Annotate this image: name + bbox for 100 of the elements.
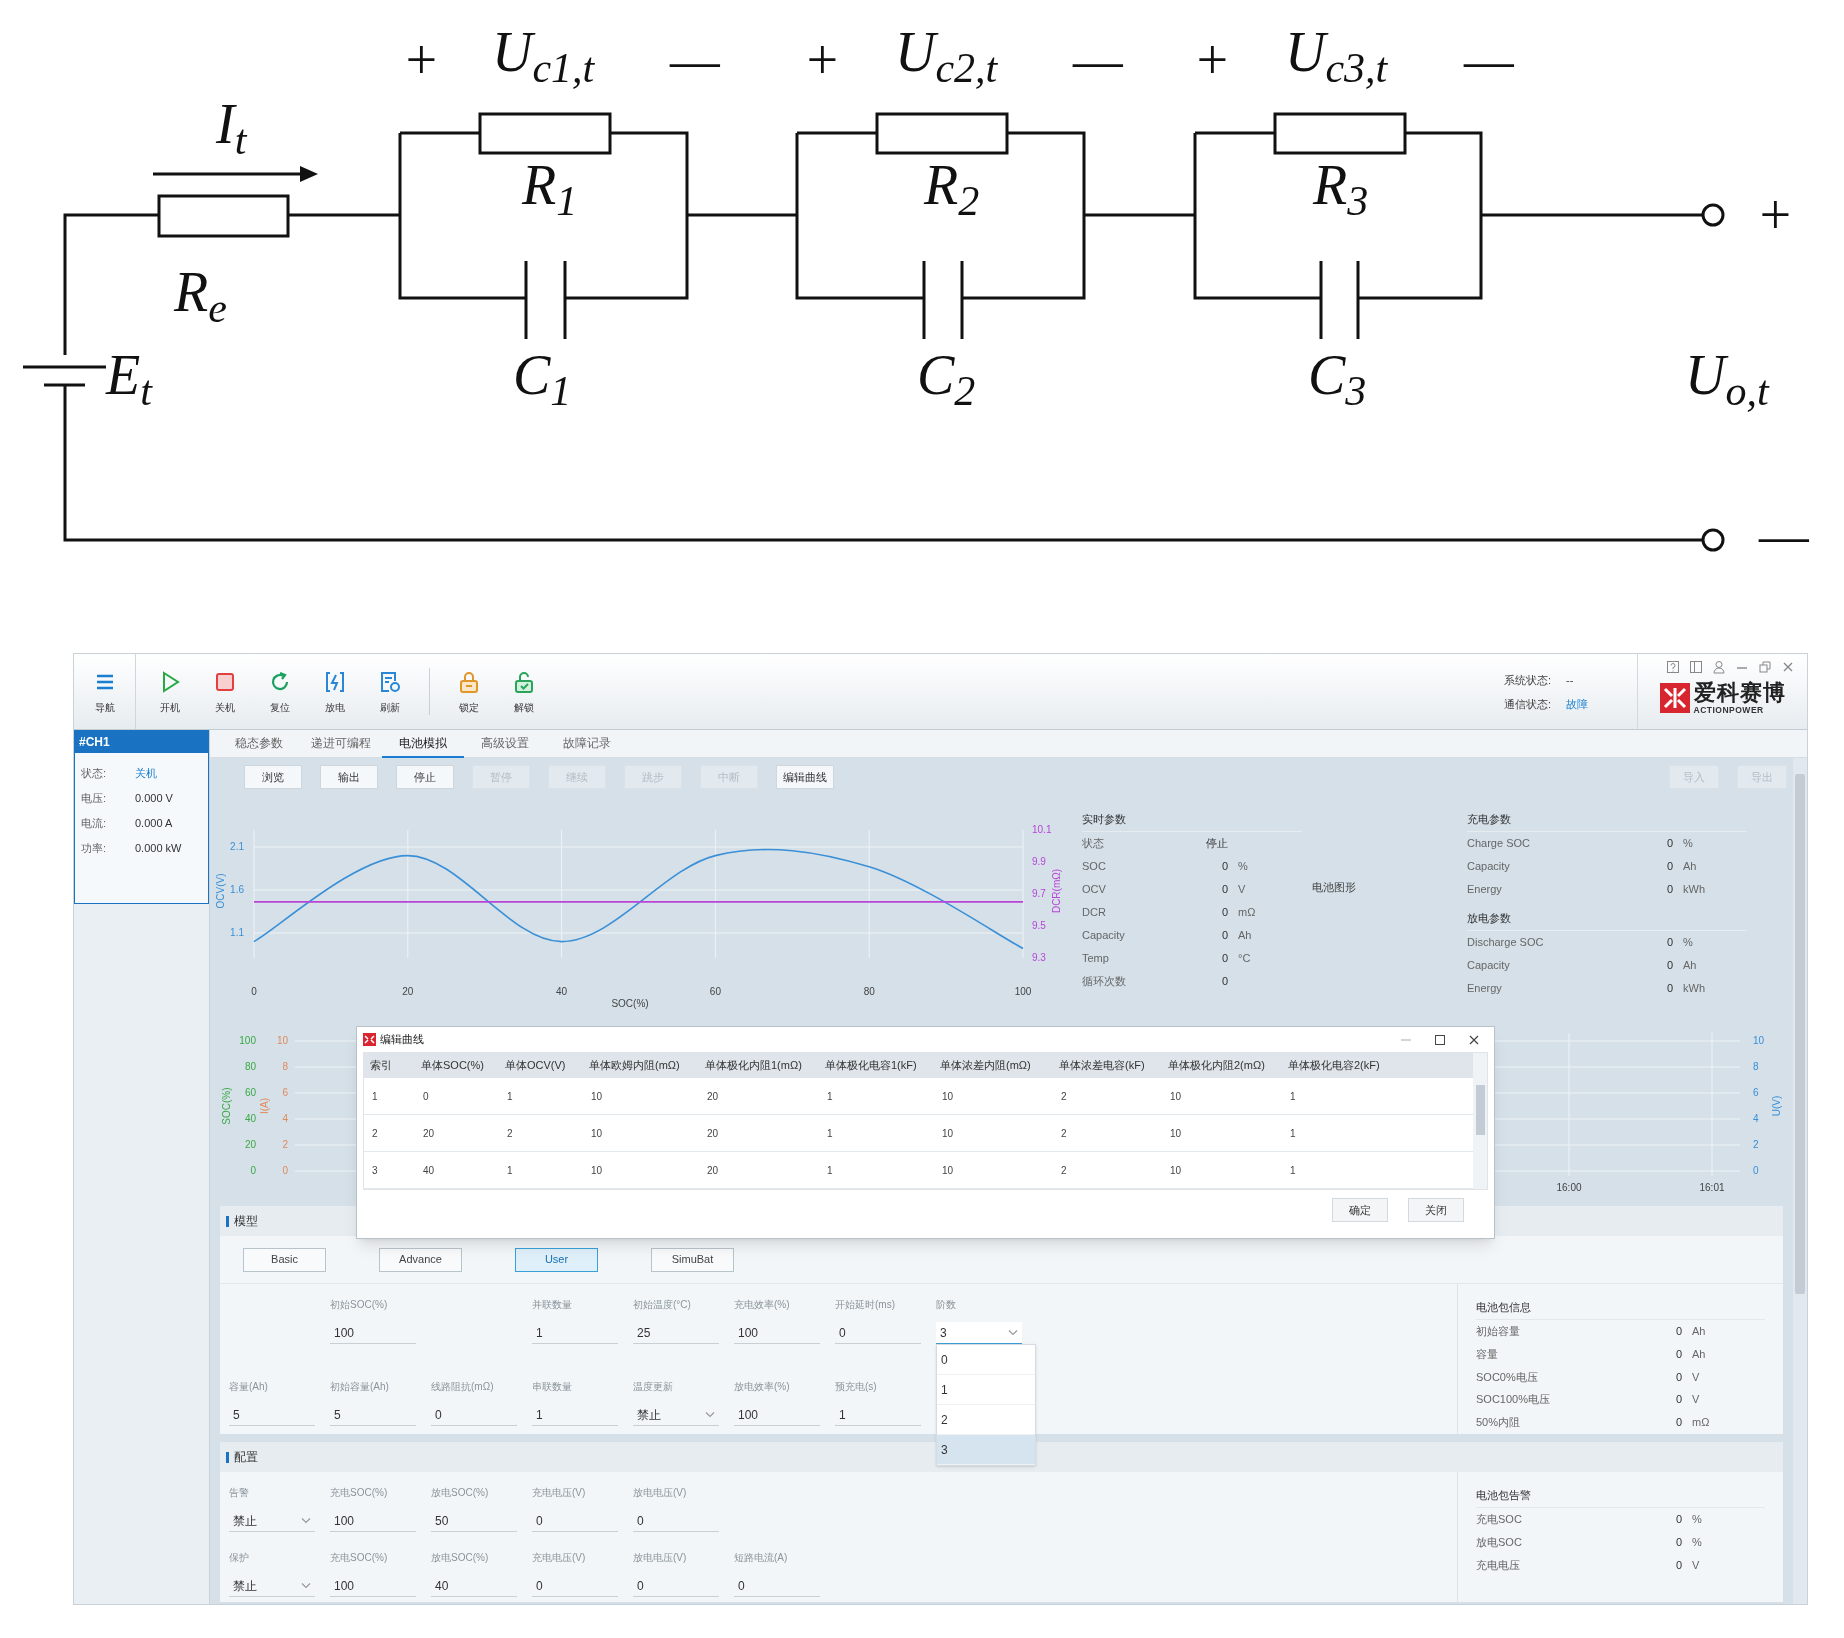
input-field[interactable]: 0 — [431, 1404, 517, 1426]
scrollbar-thumb[interactable] — [1795, 774, 1805, 1294]
input-field[interactable]: 40 — [431, 1575, 517, 1597]
dropdown-option[interactable]: 3 — [937, 1435, 1035, 1465]
input-field[interactable]: 100 — [330, 1510, 416, 1532]
table-cell-text: 1 — [1289, 1163, 1297, 1178]
axis-tick-label: 10 — [276, 1035, 288, 1046]
param-unit: Ah — [1238, 928, 1252, 944]
column-header: 单体SOC(%) — [420, 1058, 485, 1074]
param-value: 0 — [1665, 859, 1673, 875]
param-value: 0 — [1674, 1392, 1682, 1408]
maximize-icon[interactable] — [1434, 1033, 1446, 1046]
axis-tick-label: 2.1 — [230, 841, 244, 852]
model-type-button[interactable]: Advance — [379, 1247, 462, 1272]
user-icon[interactable] — [1712, 660, 1726, 674]
tab[interactable]: 稳态参数 — [218, 730, 300, 758]
param-unit: % — [1683, 935, 1693, 951]
dropdown-option[interactable]: 0 — [937, 1345, 1035, 1375]
tab[interactable]: 故障记录 — [546, 730, 628, 758]
axis-tick-label: 0 — [282, 1165, 288, 1176]
panel-icon[interactable] — [1689, 660, 1703, 674]
input-field[interactable]: 1 — [835, 1404, 921, 1426]
field-label: 功率: — [81, 840, 108, 856]
dropdown[interactable]: 3 — [936, 1322, 1022, 1344]
action-button[interactable]: 编辑曲线 — [776, 765, 834, 789]
dropdown[interactable]: 禁止 — [229, 1575, 315, 1597]
input-field[interactable]: 100 — [734, 1322, 820, 1344]
toolbar-button[interactable]: 复位 — [252, 654, 307, 730]
input-field[interactable]: 0 — [532, 1575, 618, 1597]
dropdown-option[interactable]: 1 — [937, 1375, 1035, 1405]
model-type-button[interactable]: Basic — [243, 1247, 326, 1272]
source-label: E$_{t}$ — [104, 343, 154, 416]
status-label: 通信状态: — [1504, 697, 1553, 713]
field-label: 串联数量 — [532, 1380, 573, 1394]
column-header: 索引 — [369, 1058, 393, 1074]
input-field[interactable]: 1 — [532, 1404, 618, 1426]
toolbar-button[interactable]: 解锁 — [496, 654, 551, 730]
axis-tick-label: 2 — [282, 1139, 288, 1150]
scrollbar-thumb[interactable] — [1475, 1085, 1485, 1135]
table-cell-text: 2 — [1060, 1163, 1068, 1178]
param-label: DCR — [1082, 905, 1107, 921]
dialog-button[interactable]: 确定 — [1332, 1198, 1388, 1222]
scrollbar[interactable] — [1473, 1053, 1487, 1189]
section-title: 放电参数 — [1467, 907, 1747, 931]
param-unit: °C — [1238, 951, 1251, 967]
action-button[interactable]: 停止 — [396, 765, 454, 789]
field-value: 0.000 V — [135, 790, 173, 806]
dropdown[interactable]: 禁止 — [633, 1404, 719, 1426]
model-type-button[interactable]: User — [515, 1247, 598, 1272]
dropdown[interactable]: 禁止 — [229, 1510, 315, 1532]
input-field[interactable]: 0 — [633, 1575, 719, 1597]
toolbar-button[interactable]: 刷新 — [362, 654, 417, 730]
input-field[interactable]: 100 — [330, 1322, 416, 1344]
param-value: 0 — [1674, 1415, 1682, 1431]
axis-tick-label: 60 — [244, 1087, 256, 1098]
toolbar-button[interactable]: 锁定 — [441, 654, 496, 730]
table-cell-text: 10 — [1169, 1163, 1183, 1178]
input-field[interactable]: 0 — [734, 1575, 820, 1597]
input-field[interactable]: 100 — [734, 1404, 820, 1426]
param-value: 0 — [1665, 836, 1673, 852]
input-field[interactable]: 0 — [835, 1322, 921, 1344]
param-unit: kWh — [1683, 882, 1705, 898]
current-label: I$_{t}$ — [215, 92, 249, 165]
capacitor-label: C$_{1}$ — [512, 343, 573, 416]
action-button[interactable]: 输出 — [320, 765, 378, 789]
toolbar-button[interactable]: 关机 — [197, 654, 252, 730]
restore-icon[interactable] — [1758, 660, 1772, 674]
input-field[interactable]: 5 — [330, 1404, 416, 1426]
input-field[interactable]: 0 — [532, 1510, 618, 1532]
input-field[interactable]: 1 — [532, 1322, 618, 1344]
input-field[interactable]: 5 — [229, 1404, 315, 1426]
input-field[interactable]: 0 — [633, 1510, 719, 1532]
resistor-label: R$_{e}$ — [172, 260, 228, 333]
help-icon[interactable] — [1666, 660, 1680, 674]
toolbar-button[interactable]: 开机 — [142, 654, 197, 730]
field-label: 充电SOC(%) — [330, 1551, 389, 1565]
dropdown-option[interactable]: 2 — [937, 1405, 1035, 1435]
input-field[interactable]: 50 — [431, 1510, 517, 1532]
action-button[interactable]: 浏览 — [244, 765, 302, 789]
toolbar-button[interactable]: 放电 — [307, 654, 362, 730]
param-unit: V — [1692, 1558, 1700, 1574]
toolbar-button[interactable]: 导航 — [74, 654, 135, 730]
param-unit: mΩ — [1692, 1415, 1710, 1431]
param-label: SOC — [1082, 859, 1107, 875]
param-label: 循环次数 — [1082, 974, 1127, 990]
param-value: 0 — [1220, 974, 1228, 990]
tab[interactable]: 递进可编程 — [300, 730, 382, 758]
resistor-label: R$_{2}$ — [922, 153, 981, 226]
close-icon[interactable] — [1468, 1033, 1480, 1046]
tab[interactable]: 高级设置 — [464, 730, 546, 758]
input-field[interactable]: 25 — [633, 1322, 719, 1344]
dialog-button[interactable]: 关闭 — [1408, 1198, 1464, 1222]
section-title: 模型 — [234, 1213, 258, 1230]
input-field[interactable]: 100 — [330, 1575, 416, 1597]
model-type-button[interactable]: SimuBat — [651, 1247, 734, 1272]
axis-tick-label: 4 — [1753, 1113, 1759, 1124]
param-value: 0 — [1220, 928, 1228, 944]
field-value: 0.000 A — [135, 815, 173, 831]
param-label: 充电电压 — [1476, 1558, 1521, 1574]
scrollbar[interactable] — [1793, 758, 1807, 1604]
